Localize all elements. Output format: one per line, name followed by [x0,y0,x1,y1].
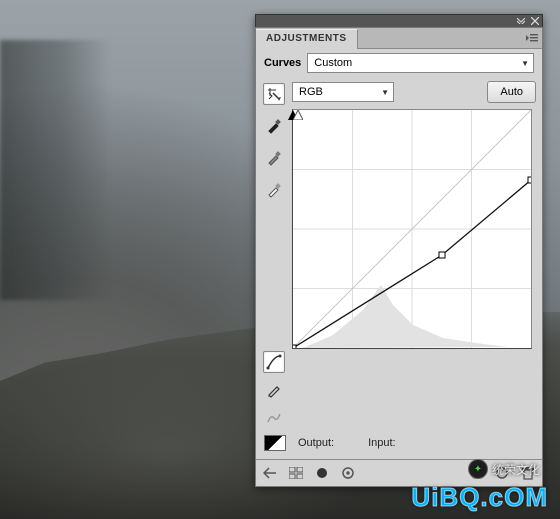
curve-right-column: RGB ▼ Auto [286,81,536,349]
left-tool-column [262,81,286,201]
curve-point-shadow [293,345,296,348]
curve-point-high [528,177,531,183]
white-point-eyedropper-icon[interactable] [263,179,285,201]
tab-adjustments[interactable]: ADJUSTMENTS [256,29,358,49]
wechat-icon: ✦ [468,459,488,479]
black-point-eyedropper-icon[interactable] [263,115,285,137]
output-label: Output: [298,437,334,449]
curve-point-mid [439,252,445,258]
adjustment-list-icon[interactable] [288,465,304,481]
output-input-row: Output: Input: [256,429,542,459]
close-icon[interactable] [530,17,540,25]
channel-value: RGB [299,86,323,98]
input-label: Input: [368,437,396,449]
adjustments-panel: ADJUSTMENTS Curves Custom ▼ [255,14,543,487]
pencil-mode-icon[interactable] [263,379,285,401]
curves-editor: RGB ▼ Auto [256,77,542,429]
curve-svg [293,110,531,348]
expanded-view-icon[interactable] [314,465,330,481]
mode-tool-column [262,351,286,429]
curve-point-mode-icon[interactable] [263,351,285,373]
back-arrow-icon[interactable] [262,465,278,481]
panel-titlebar[interactable] [255,14,543,27]
channel-row: RGB ▼ Auto [292,81,536,103]
preset-value: Custom [314,57,352,69]
secondary-watermark-text: 统荣文化 [492,461,540,478]
preset-row: Curves Custom ▼ [256,49,542,77]
tab-row: ADJUSTMENTS [256,28,542,49]
gray-point-eyedropper-icon[interactable] [263,147,285,169]
smooth-curve-icon[interactable] [263,407,285,429]
curve-graph[interactable] [292,109,532,349]
histogram-shape [303,285,508,348]
adjustment-type-label: Curves [264,57,301,69]
watermark-text: UiBQ.cOM [411,482,548,513]
gradient-swatch-icon[interactable] [264,435,286,451]
preset-dropdown[interactable]: Custom ▼ [307,53,534,73]
channel-dropdown[interactable]: RGB ▼ [292,82,394,102]
collapse-icon[interactable] [516,17,526,25]
chevron-down-icon: ▼ [381,88,389,97]
targeted-adjustment-icon[interactable] [263,83,285,105]
chevron-down-icon: ▼ [521,59,529,68]
panel-menu-icon[interactable] [522,28,542,48]
panel-body: ADJUSTMENTS Curves Custom ▼ [255,27,543,487]
secondary-watermark: ✦ 统荣文化 [468,459,540,479]
white-point-slider[interactable] [293,110,303,120]
clip-to-layer-icon[interactable] [340,465,356,481]
background-trees [0,40,110,300]
auto-button[interactable]: Auto [487,81,536,103]
